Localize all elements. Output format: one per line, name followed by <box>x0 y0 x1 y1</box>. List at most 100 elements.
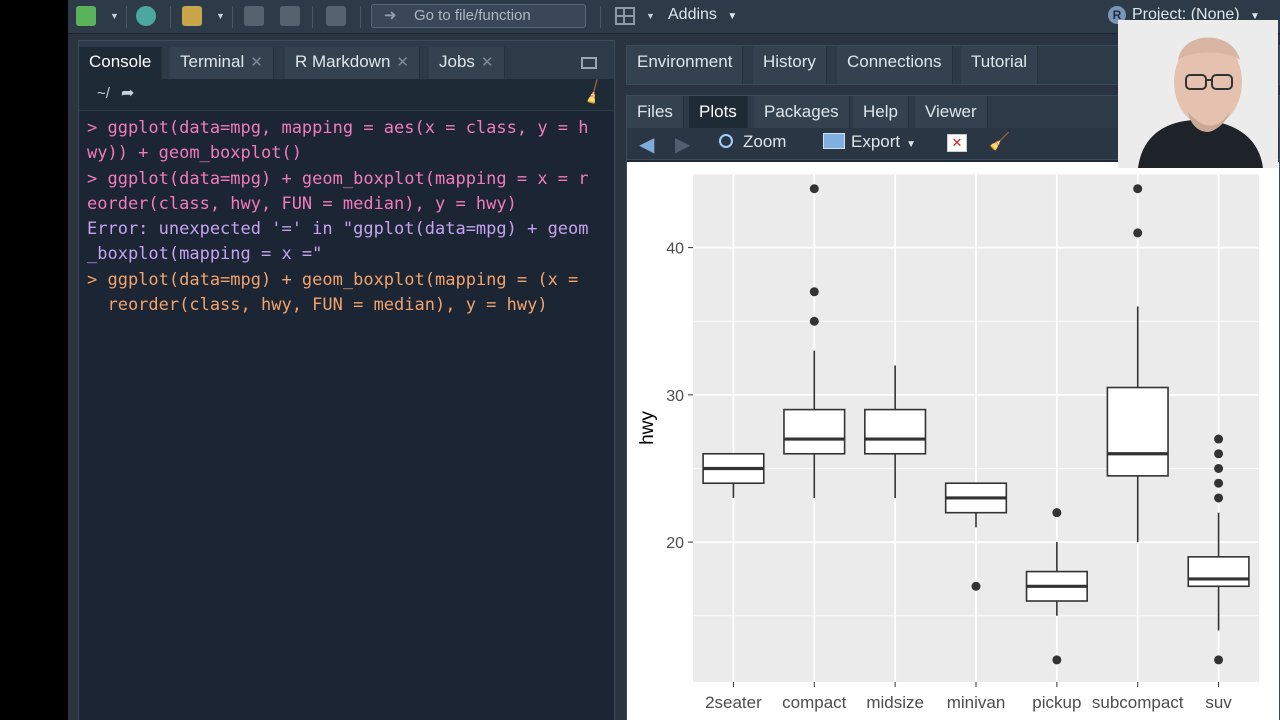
presenter-video-icon <box>1118 20 1278 168</box>
console-input-line: reorder(class, hwy, FUN = median), y = h… <box>87 295 548 316</box>
tab-packages[interactable]: Packages <box>754 96 850 128</box>
export-label: Export <box>851 132 901 151</box>
toolbar-divider <box>126 6 127 28</box>
tab-help[interactable]: Help <box>853 96 909 128</box>
tab-jobs[interactable]: Jobs ✕ <box>429 47 505 79</box>
tab-tutorial[interactable]: Tutorial <box>961 46 1039 84</box>
addins-caret-icon: ▼ <box>727 11 738 22</box>
tab-label: Help <box>863 102 898 121</box>
box-subcompact <box>1106 386 1169 477</box>
zoom-label: Zoom <box>743 132 787 151</box>
new-file-icon[interactable] <box>76 6 96 26</box>
tab-environment[interactable]: Environment <box>627 46 744 84</box>
outlier-point <box>971 581 981 591</box>
y-tick-label: 30 <box>666 388 684 405</box>
next-plot-icon[interactable]: ▶ <box>675 132 690 157</box>
tab-label: Environment <box>637 52 733 71</box>
box-compact <box>783 408 846 455</box>
close-icon[interactable]: ✕ <box>481 54 494 71</box>
open-folder-icon[interactable] <box>182 6 202 26</box>
clear-plots-broom-icon[interactable]: 🧹 <box>989 132 1010 152</box>
outlier-point <box>1214 478 1224 488</box>
tab-label: R Markdown <box>295 52 391 71</box>
clear-console-broom-icon[interactable]: 🧹 <box>579 79 609 108</box>
console-tabbar: Console Terminal ✕ R Markdown ✕ Jobs ✕ <box>79 41 614 79</box>
export-icon <box>823 133 845 149</box>
tab-label: Console <box>89 52 152 71</box>
workspace-panes-icon[interactable] <box>615 7 635 25</box>
box-midsize <box>864 408 927 455</box>
console-output[interactable]: > ggplot(data=mpg, mapping = aes(x = cla… <box>79 112 614 720</box>
goto-file-function-input[interactable]: ➜ Go to file/function <box>371 4 586 28</box>
console-error-line: _boxplot(mapping = x =" <box>87 244 323 265</box>
remove-plot-button[interactable]: ✕ <box>947 132 967 152</box>
outlier-point <box>1214 493 1224 503</box>
tab-files[interactable]: Files <box>627 96 684 128</box>
x-tick-label: compact <box>782 693 847 712</box>
addins-menu[interactable]: Addins ▼ <box>668 6 737 24</box>
tab-viewer[interactable]: Viewer <box>915 96 988 128</box>
outlier-point <box>1052 508 1062 518</box>
print-icon[interactable] <box>326 6 346 26</box>
outlier-point <box>809 287 819 297</box>
open-caret-icon[interactable]: ▼ <box>216 11 225 21</box>
tab-console[interactable]: Console <box>79 47 163 79</box>
outlier-point <box>1052 655 1062 665</box>
webcam-overlay <box>1118 20 1278 168</box>
tab-label: Packages <box>764 102 839 121</box>
new-project-icon[interactable] <box>136 6 156 26</box>
tab-label: History <box>763 52 816 71</box>
tab-plots[interactable]: Plots <box>689 96 748 128</box>
outlier-point <box>1133 184 1143 194</box>
outlier-point <box>1133 228 1143 238</box>
working-directory: ~/ <box>97 85 110 102</box>
tab-label: Plots <box>699 102 737 121</box>
goto-placeholder: Go to file/function <box>414 7 531 24</box>
outlier-point <box>1214 655 1224 665</box>
toolbar-divider <box>312 6 313 28</box>
new-file-caret-icon[interactable]: ▼ <box>110 11 119 21</box>
tab-connections[interactable]: Connections <box>837 46 953 84</box>
y-axis-title: hwy <box>637 411 658 445</box>
toolbar-divider <box>360 6 361 28</box>
tab-label: Tutorial <box>971 52 1028 71</box>
tab-r-markdown[interactable]: R Markdown ✕ <box>285 47 420 79</box>
panes-caret-icon[interactable]: ▼ <box>646 11 655 21</box>
restore-pane-icon[interactable] <box>581 57 597 69</box>
goto-directory-icon[interactable]: ➦ <box>121 83 134 103</box>
rstudio-window: ▼ ▼ ➜ Go to file/function ▼ Addins ▼ R Pr… <box>68 0 1280 720</box>
save-icon[interactable] <box>244 6 264 26</box>
save-all-icon[interactable] <box>280 6 300 26</box>
plot-viewer: 20 30 40 2seater compact midsize minivan pickup… <box>627 162 1279 720</box>
addins-label: Addins <box>668 6 717 23</box>
x-tick-label: pickup <box>1032 693 1081 712</box>
console-line: wy)) + geom_boxplot() <box>87 143 302 164</box>
console-input-line: > ggplot(data=mpg) + geom_boxplot(mappin… <box>87 269 579 290</box>
box-suv <box>1187 556 1250 588</box>
x-tick-label: suv <box>1205 693 1232 712</box>
console-line: eorder(class, hwy, FUN = median), y = hw… <box>87 193 517 214</box>
tab-label: Viewer <box>925 102 977 121</box>
export-button[interactable]: Export ▼ <box>823 132 916 152</box>
tab-terminal[interactable]: Terminal ✕ <box>170 47 274 79</box>
close-icon[interactable]: ✕ <box>396 54 409 71</box>
tab-history[interactable]: History <box>753 46 827 84</box>
toolbar-divider <box>170 6 171 28</box>
tab-label: Jobs <box>439 52 475 71</box>
outlier-point <box>809 316 819 326</box>
zoom-button[interactable]: Zoom <box>719 132 786 152</box>
previous-plot-icon[interactable]: ◀ <box>639 132 654 157</box>
tab-label: Files <box>637 102 673 121</box>
goto-arrow-icon: ➜ <box>384 7 397 24</box>
main-toolbar: ▼ ▼ ➜ Go to file/function ▼ Addins ▼ R Pr… <box>68 0 1280 34</box>
console-line: > ggplot(data=mpg, mapping = aes(x = cla… <box>87 118 589 138</box>
x-tick-label: 2seater <box>705 693 762 712</box>
plots-pane: Files Plots Packages Help Viewer ◀ ▶ Zoo… <box>626 95 1280 720</box>
y-tick-label: 20 <box>666 535 684 552</box>
tab-label: Terminal <box>180 52 245 71</box>
tab-label: Connections <box>847 52 942 71</box>
outlier-point <box>1214 463 1224 473</box>
outlier-point <box>1214 434 1224 444</box>
close-icon[interactable]: ✕ <box>250 54 263 71</box>
zoom-icon <box>719 134 733 148</box>
